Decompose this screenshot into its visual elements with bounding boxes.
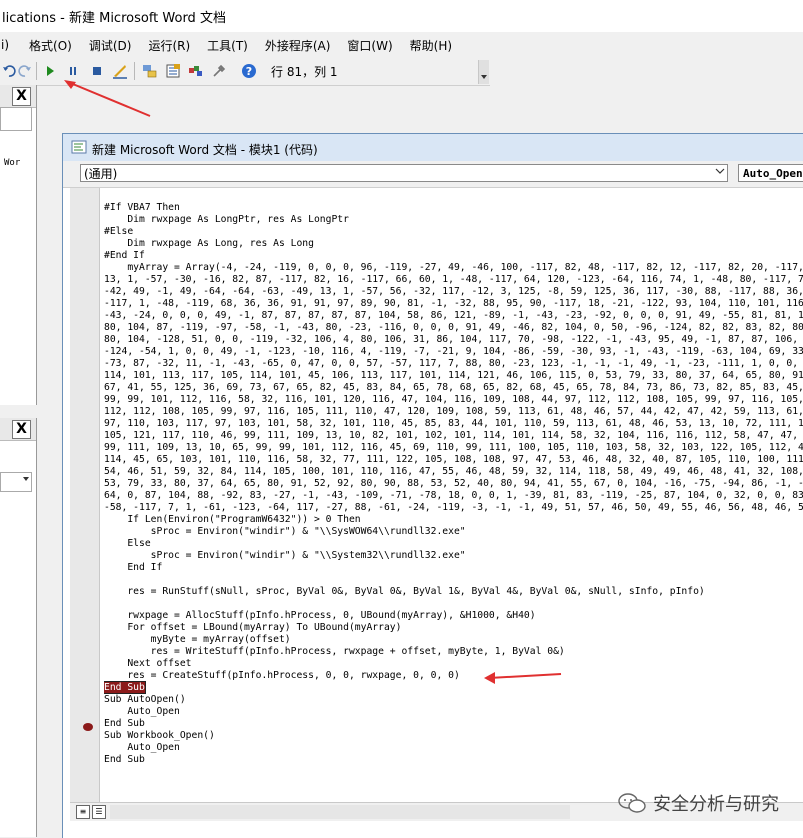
object-combo-value: (通用) (84, 167, 118, 181)
code-text[interactable]: #If VBA7 Then Dim rwxpage As LongPtr, re… (104, 202, 803, 766)
project-node-label[interactable]: Wor (4, 158, 20, 168)
code-line[interactable]: For offset = LBound(myArray) To UBound(m… (104, 622, 803, 634)
toolbox-icon[interactable] (210, 62, 228, 80)
code-line[interactable]: #Else (104, 226, 803, 238)
object-browser-icon[interactable] (187, 62, 205, 80)
menu-item-run[interactable]: 运行(R) (140, 37, 199, 54)
close-icon[interactable]: X (12, 87, 31, 106)
code-line[interactable]: End Sub (104, 718, 803, 730)
watermark-text: 安全分析与研究 (653, 794, 779, 815)
breakpoint-icon[interactable] (83, 723, 93, 731)
code-line[interactable]: -42, 49, -1, 49, -64, -64, -63, -49, 13,… (104, 286, 803, 298)
code-line[interactable]: Sub Workbook_Open() (104, 730, 803, 742)
redo-icon[interactable] (16, 62, 34, 80)
cursor-position-text: 行 81，列 1 (271, 65, 338, 79)
run-icon[interactable] (41, 62, 59, 80)
code-line[interactable]: Auto_Open (104, 742, 803, 754)
wechat-icon (618, 793, 646, 813)
project-explorer-pane: X Wor (0, 85, 37, 405)
code-module-icon (71, 140, 87, 154)
code-line[interactable]: rwxpage = AllocStuff(pInfo.hProcess, 0, … (104, 610, 803, 622)
code-line-breakpoint[interactable]: End Sub (104, 681, 803, 694)
menu-item-window[interactable]: 窗口(W) (339, 37, 401, 54)
menu-item-debug[interactable]: 调试(D) (81, 37, 141, 54)
code-line[interactable]: -117, 1, -48, -119, 68, 36, 36, 91, 91, … (104, 298, 803, 310)
code-line[interactable]: 99, 111, 109, 13, 10, 65, 99, 99, 101, 1… (104, 442, 803, 454)
code-window-title-bar: 新建 Microsoft Word 文档 - 模块1 (代码) (63, 134, 803, 161)
code-line[interactable]: 99, 99, 101, 112, 116, 58, 32, 116, 101,… (104, 394, 803, 406)
properties-pane: X (0, 418, 37, 837)
code-line[interactable]: 114, 101, 113, 117, 105, 114, 101, 45, 1… (104, 370, 803, 382)
code-line[interactable]: myByte = myArray(offset) (104, 634, 803, 646)
help-icon[interactable]: ? (240, 62, 258, 80)
code-line[interactable]: Next offset (104, 658, 803, 670)
object-combo[interactable]: (通用) (80, 164, 728, 182)
menu-item-help[interactable]: 帮助(H) (402, 37, 461, 54)
project-pane-scroll[interactable] (0, 107, 32, 131)
code-line[interactable]: -43, -24, 0, 0, 0, 49, -1, 87, 87, 87, 8… (104, 310, 803, 322)
chevron-down-icon (715, 165, 725, 183)
code-line[interactable]: sProc = Environ("windir") & "\\System32\… (104, 550, 803, 562)
code-line[interactable] (104, 574, 803, 586)
code-line[interactable]: sProc = Environ("windir") & "\\SysWOW64\… (104, 526, 803, 538)
code-line[interactable]: 54, 46, 51, 59, 32, 84, 114, 105, 100, 1… (104, 466, 803, 478)
close-icon[interactable]: X (12, 420, 31, 439)
menu-item-addins[interactable]: 外接程序(A) (257, 37, 340, 54)
code-line[interactable]: #If VBA7 Then (104, 202, 803, 214)
code-line[interactable]: 53, 79, 33, 80, 37, 64, 65, 80, 91, 52, … (104, 478, 803, 490)
code-line[interactable]: 80, 104, 87, -119, -97, -58, -1, -43, 80… (104, 322, 803, 334)
code-line[interactable]: -73, 87, -32, 11, -1, -43, -65, 0, 47, 0… (104, 358, 803, 370)
code-line[interactable]: #End If (104, 250, 803, 262)
code-line[interactable]: 114, 45, 65, 103, 101, 110, 116, 58, 32,… (104, 454, 803, 466)
code-line[interactable]: 67, 41, 55, 125, 36, 69, 73, 67, 65, 82,… (104, 382, 803, 394)
code-line[interactable]: -124, -54, 1, 0, 0, 49, -1, -123, -10, 1… (104, 346, 803, 358)
toolbar-overflow-grip[interactable] (478, 60, 489, 84)
menu-item-partial[interactable]: i) (0, 38, 21, 52)
code-line[interactable]: 13, 1, -57, -30, -16, 82, 87, -117, 82, … (104, 274, 803, 286)
code-line[interactable]: res = WriteStuff(pInfo.hProcess, rwxpage… (104, 646, 803, 658)
menu-item-tools[interactable]: 工具(T) (199, 37, 257, 54)
code-line[interactable]: -58, -117, 7, 1, -61, -123, -64, 117, -2… (104, 502, 803, 514)
code-line[interactable]: Dim rwxpage As LongPtr, res As LongPtr (104, 214, 803, 226)
window-title: lications - 新建 Microsoft Word 文档 (2, 11, 226, 26)
watermark: 安全分析与研究 (617, 790, 779, 816)
procedure-combo[interactable]: Auto_Open (738, 164, 803, 182)
code-line[interactable]: Sub AutoOpen() (104, 694, 803, 706)
code-line[interactable]: If Len(Environ("ProgramW6432")) > 0 Then (104, 514, 803, 526)
red-arrow-annotation (64, 80, 151, 117)
code-editor[interactable]: #If VBA7 Then Dim rwxpage As LongPtr, re… (104, 202, 803, 802)
code-line[interactable]: Else (104, 538, 803, 550)
code-line[interactable]: myArray = Array(-4, -24, -119, 0, 0, 0, … (104, 262, 803, 274)
horizontal-scrollbar[interactable] (110, 805, 570, 819)
code-line[interactable] (104, 598, 803, 610)
full-module-view-button[interactable]: ☰ (92, 805, 106, 819)
code-window-title: 新建 Microsoft Word 文档 - 模块1 (代码) (92, 143, 318, 157)
code-line[interactable]: res = CreateStuff(pInfo.hProcess, 0, 0, … (104, 670, 803, 682)
code-line[interactable]: End Sub (104, 754, 803, 766)
menu-item-format[interactable]: 格式(O) (21, 37, 81, 54)
code-line[interactable]: 80, 104, -128, 51, 0, 0, -119, -32, 106,… (104, 334, 803, 346)
code-line[interactable]: res = RunStuff(sNull, sProc, ByVal 0&, B… (104, 586, 803, 598)
procedure-view-button[interactable]: ≡ (76, 805, 90, 819)
code-window: 新建 Microsoft Word 文档 - 模块1 (代码) (通用) Aut… (62, 133, 803, 838)
red-arrow-annotation (484, 672, 562, 684)
code-line[interactable]: 64, 0, 87, 104, 88, -92, 83, -27, -1, -4… (104, 490, 803, 502)
code-line[interactable]: End If (104, 562, 803, 574)
code-line[interactable]: 112, 112, 108, 105, 99, 97, 116, 105, 11… (104, 406, 803, 418)
code-line[interactable]: 97, 110, 103, 117, 97, 103, 101, 58, 32,… (104, 418, 803, 430)
code-line[interactable]: Auto_Open (104, 706, 803, 718)
window-title-bar: lications - 新建 Microsoft Word 文档 (0, 0, 803, 32)
code-line[interactable]: 105, 121, 117, 110, 46, 99, 111, 109, 13… (104, 430, 803, 442)
menu-bar: i) 格式(O) 调试(D) 运行(R) 工具(T) 外接程序(A) 窗口(W)… (0, 32, 803, 58)
code-line[interactable]: Dim rwxpage As Long, res As Long (104, 238, 803, 250)
breakpoint-margin[interactable] (70, 188, 100, 802)
properties-object-combo[interactable] (0, 472, 32, 492)
properties-icon[interactable] (164, 62, 182, 80)
svg-text:?: ? (246, 65, 252, 78)
